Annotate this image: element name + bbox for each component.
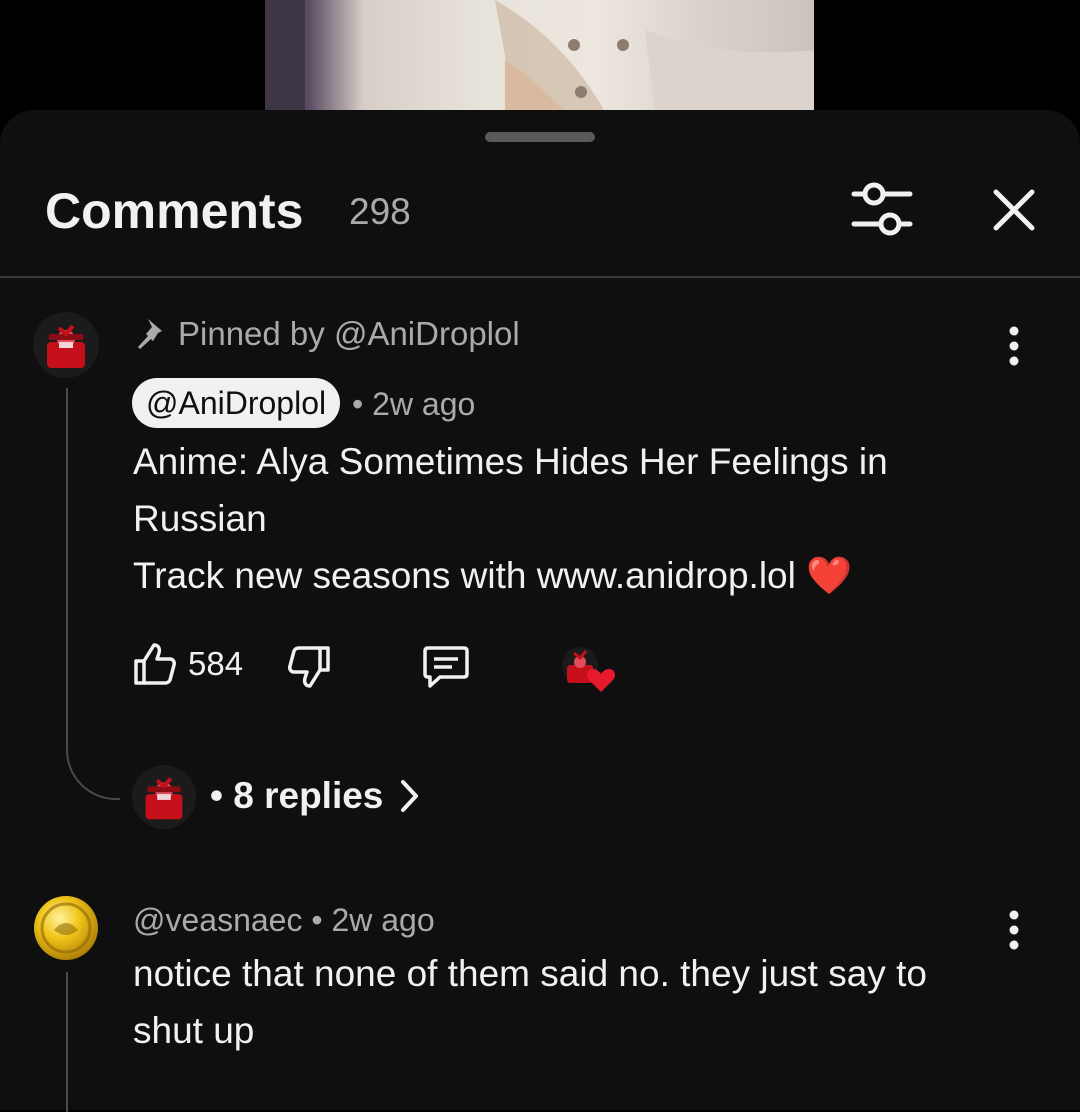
comment-line: notice that none of them said no. they j… xyxy=(133,953,927,994)
reply-icon[interactable] xyxy=(422,644,470,690)
comments-panel: Comments 298 Pinned by @AniDroplol @AniD… xyxy=(0,110,1080,1112)
close-icon[interactable] xyxy=(988,184,1040,236)
comment-line: Russian xyxy=(133,498,267,539)
pinned-label: Pinned by @AniDroplol xyxy=(136,315,520,353)
comment-text: Anime: Alya Sometimes Hides Her Feelings… xyxy=(133,433,888,604)
like-count: 584 xyxy=(188,645,244,682)
comment-text: notice that none of them said no. they j… xyxy=(133,945,927,1059)
avatar[interactable] xyxy=(33,312,99,378)
more-vert-icon[interactable] xyxy=(1008,910,1020,950)
comment-count: 298 xyxy=(349,191,411,232)
chevron-right-icon xyxy=(401,780,419,812)
thread-line xyxy=(66,972,68,1112)
video-thumbnail[interactable] xyxy=(265,0,814,112)
avatar[interactable] xyxy=(34,896,98,960)
comment-line: Anime: Alya Sometimes Hides Her Feelings… xyxy=(133,441,888,482)
replies-label: • 8 replies xyxy=(210,775,384,816)
heart-icon xyxy=(586,669,616,692)
header-divider xyxy=(0,276,1080,278)
pinned-text: Pinned by @AniDroplol xyxy=(178,315,520,352)
author-chip[interactable]: @AniDroplol xyxy=(132,378,341,428)
drag-handle[interactable] xyxy=(485,132,595,142)
comment-author-meta[interactable]: @veasnaec • 2w ago xyxy=(133,902,435,939)
pin-icon xyxy=(138,319,162,349)
view-replies-button[interactable]: • 8 replies xyxy=(210,775,421,817)
creator-heart xyxy=(558,645,618,695)
reply-avatar[interactable] xyxy=(132,765,196,829)
panel-title: Comments xyxy=(45,183,304,239)
more-vert-icon[interactable] xyxy=(1008,326,1020,366)
comment-line: Track new seasons with www.anidrop.lol ❤… xyxy=(133,555,853,596)
thumbs-down-icon[interactable] xyxy=(286,644,332,690)
filter-icon[interactable] xyxy=(850,180,914,240)
like-button[interactable]: 584 xyxy=(132,641,243,687)
thread-line xyxy=(66,388,120,800)
thumbs-up-icon xyxy=(134,643,176,685)
comment-line: shut up xyxy=(133,1010,255,1051)
comment-time: • 2w ago xyxy=(352,386,476,422)
